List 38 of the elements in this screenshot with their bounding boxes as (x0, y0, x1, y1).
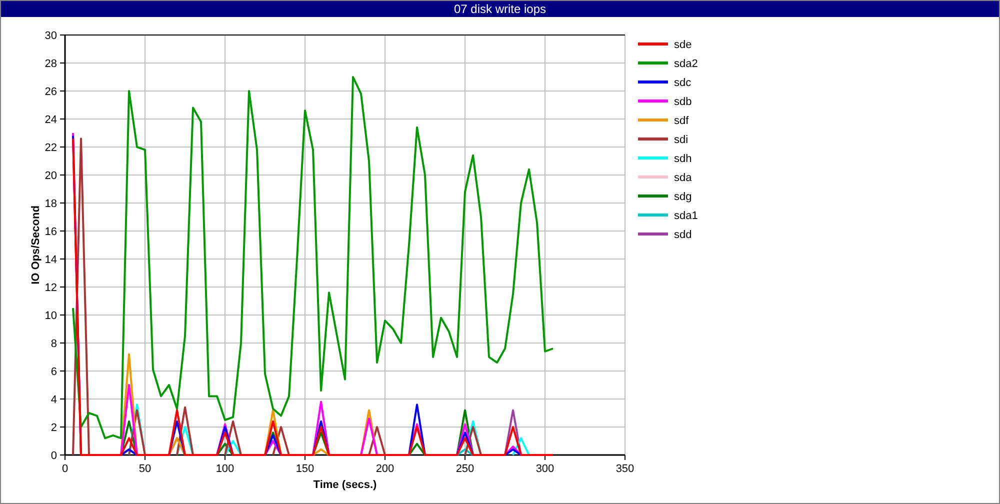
axis-tick-label: 2 (50, 422, 57, 434)
axis-tick-label: 26 (44, 86, 57, 98)
axis-tick-label: 10 (44, 310, 57, 322)
axis-tick-label: 50 (138, 463, 152, 475)
axis-tick-label: 4 (50, 394, 57, 406)
legend-label: sdd (674, 229, 692, 241)
window-title: 07 disk write iops (454, 2, 546, 16)
legend-label: sdg (674, 191, 692, 203)
axis-tick-label: 250 (456, 463, 474, 475)
axis-tick-label: 100 (216, 463, 234, 475)
axis-tick-label: 18 (44, 198, 57, 210)
legend-label: sdf (674, 115, 689, 127)
axis-tick-label: 16 (44, 226, 57, 238)
axis-tick-label: 8 (50, 338, 57, 350)
legend-label: sde (674, 39, 692, 51)
legend-label: sda (674, 172, 692, 184)
x-axis-label: Time (secs.) (313, 479, 377, 491)
legend-label: sdi (674, 134, 688, 146)
axis-tick-label: 20 (44, 170, 57, 182)
legend-label: sdc (674, 77, 692, 89)
axis-tick-label: 30 (44, 30, 57, 42)
axis-tick-label: 24 (44, 114, 57, 126)
legend-label: sda1 (674, 210, 698, 222)
axis-tick-label: 28 (44, 58, 57, 70)
y-axis-label: IO Ops/Second (30, 206, 42, 284)
axis-tick-label: 300 (536, 463, 554, 475)
legend-label: sdb (674, 96, 692, 108)
axis-tick-label: 350 (616, 463, 634, 475)
axis-tick-label: 0 (50, 450, 57, 462)
legend-label: sdh (674, 153, 692, 165)
axis-tick-label: 12 (44, 282, 57, 294)
legend-label: sda2 (674, 58, 698, 70)
axis-tick-label: 14 (44, 254, 57, 266)
axis-tick-label: 22 (44, 142, 57, 154)
axis-tick-label: 150 (296, 463, 314, 475)
axis-tick-label: 6 (50, 366, 57, 378)
axis-tick-label: 200 (376, 463, 394, 475)
axis-tick-label: 0 (62, 463, 68, 475)
